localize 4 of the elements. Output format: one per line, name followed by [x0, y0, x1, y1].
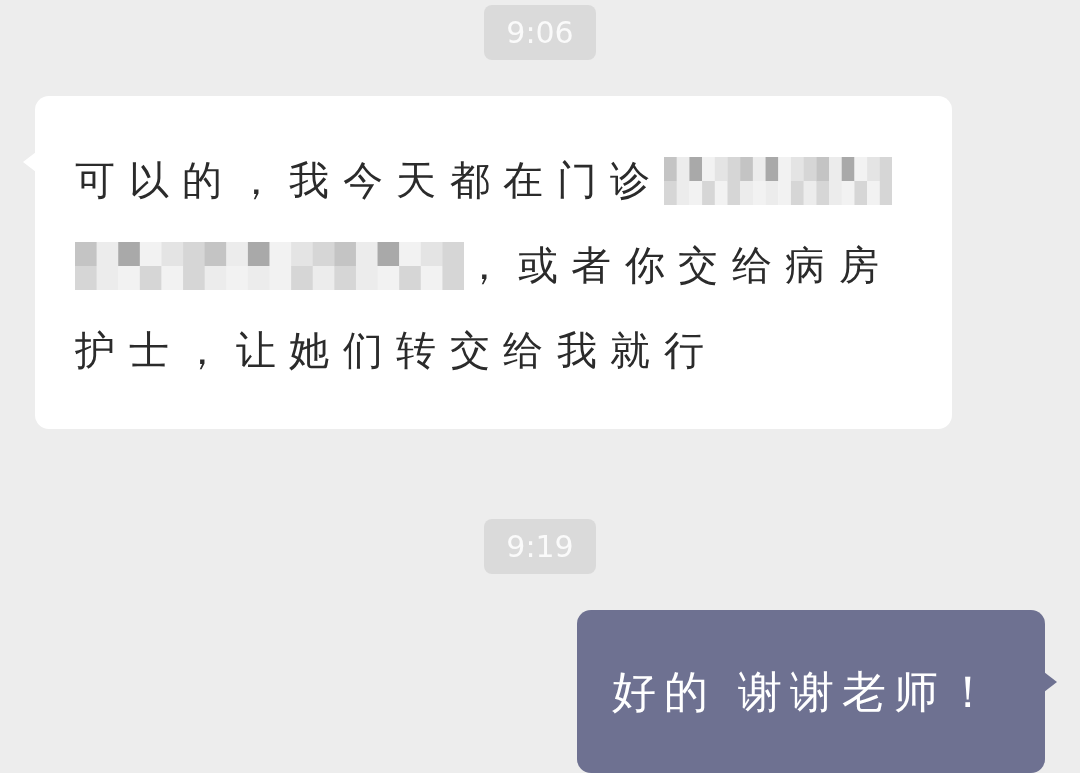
message-text: 护士，让她们转交给我就行: [75, 326, 717, 375]
message-text: 可以的，我今天都在门诊: [75, 156, 664, 205]
message-text: 好的 谢谢老师！: [612, 665, 998, 719]
message-text: ，或者你交给病房: [464, 241, 892, 290]
